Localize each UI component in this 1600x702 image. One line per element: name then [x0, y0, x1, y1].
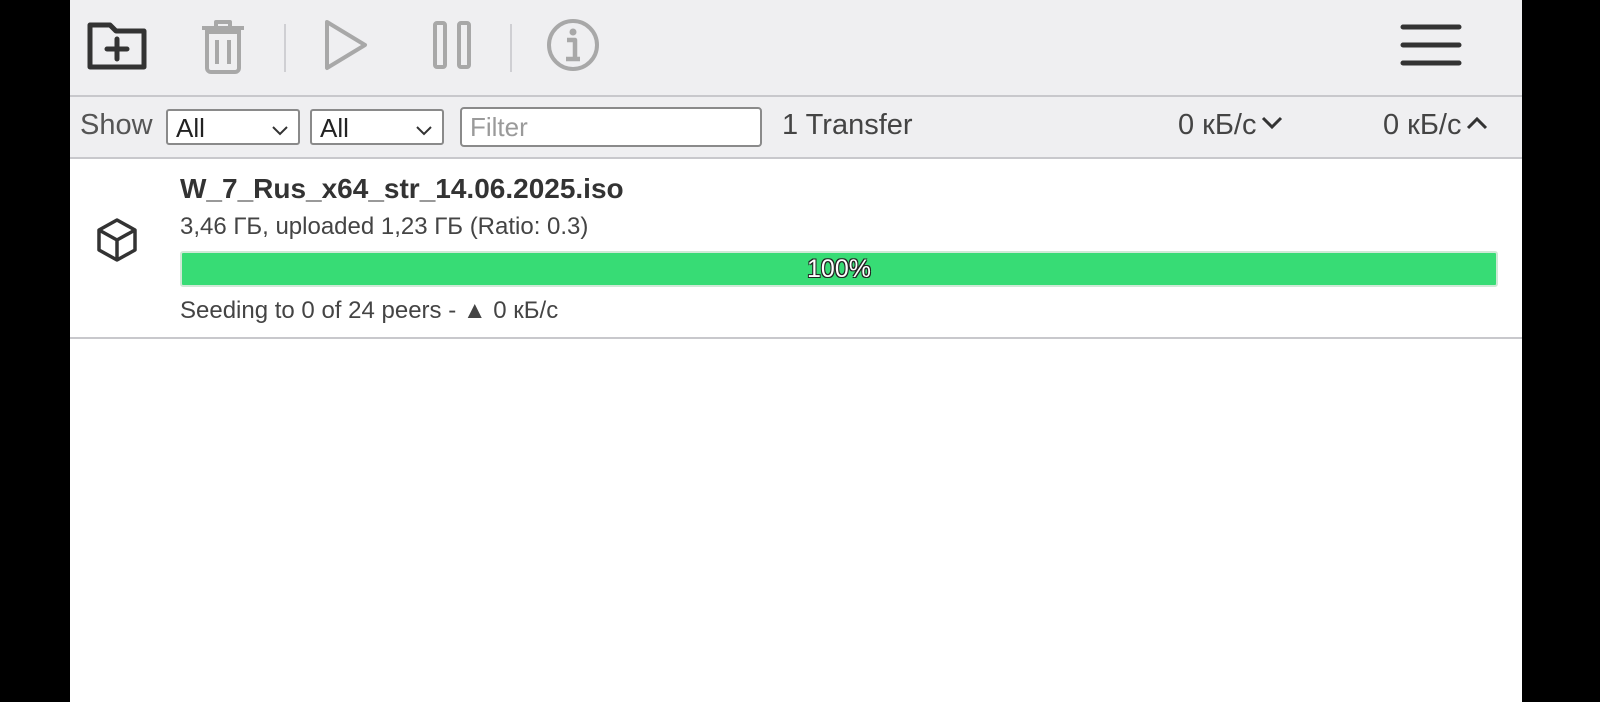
play-icon: [321, 18, 369, 77]
trash-icon: [198, 16, 248, 79]
toolbar: [70, 0, 1522, 97]
chevron-down-icon: [270, 117, 290, 148]
toolbar-divider: [510, 24, 512, 72]
tracker-filter-value: All: [320, 113, 349, 143]
transfer-count: 1 Transfer: [782, 109, 913, 141]
tracker-filter-select[interactable]: All: [310, 109, 444, 145]
main-menu-button[interactable]: [1398, 14, 1464, 80]
torrent-name: W_7_Rus_x64_str_14.06.2025.iso: [180, 173, 624, 204]
remove-torrent-button[interactable]: [190, 14, 256, 80]
package-icon: [94, 217, 140, 263]
pause-torrent-button[interactable]: [420, 14, 486, 80]
status-filter-value: All: [176, 113, 205, 143]
torrent-row[interactable]: W_7_Rus_x64_str_14.06.2025.iso 3,46 ГБ, …: [70, 159, 1522, 339]
torrent-size-info: 3,46 ГБ, uploaded 1,23 ГБ (Ratio: 0.3): [180, 213, 589, 240]
upload-speed-value: 0 кБ/с: [1383, 109, 1462, 141]
download-speed-value: 0 кБ/с: [1178, 109, 1257, 141]
torrent-progress-bar: 100%: [180, 251, 1498, 287]
progress-label: 100%: [807, 254, 871, 283]
chevron-up-icon: [1467, 116, 1488, 130]
show-label: Show: [80, 109, 153, 141]
filter-input[interactable]: [460, 107, 762, 147]
torrent-info-button[interactable]: [540, 14, 606, 80]
torrent-peers-info: Seeding to 0 of 24 peers - ▲ 0 кБ/с: [180, 297, 559, 324]
status-filter-select[interactable]: All: [166, 109, 300, 145]
app-window: Show All All 1 Transfer 0 кБ/с 0 кБ/с: [70, 0, 1522, 702]
folder-plus-icon: [86, 17, 148, 78]
pause-icon: [432, 20, 474, 75]
chevron-down-icon: [414, 117, 434, 148]
open-torrent-button[interactable]: [84, 14, 150, 80]
info-icon: [545, 17, 601, 78]
filter-bar: Show All All 1 Transfer 0 кБ/с 0 кБ/с: [70, 97, 1522, 159]
toolbar-divider: [284, 24, 286, 72]
start-torrent-button[interactable]: [312, 14, 378, 80]
upload-speed: 0 кБ/с: [1383, 109, 1489, 142]
hamburger-menu-icon: [1400, 22, 1462, 73]
download-speed: 0 кБ/с: [1178, 109, 1284, 142]
chevron-down-icon: [1262, 116, 1283, 130]
